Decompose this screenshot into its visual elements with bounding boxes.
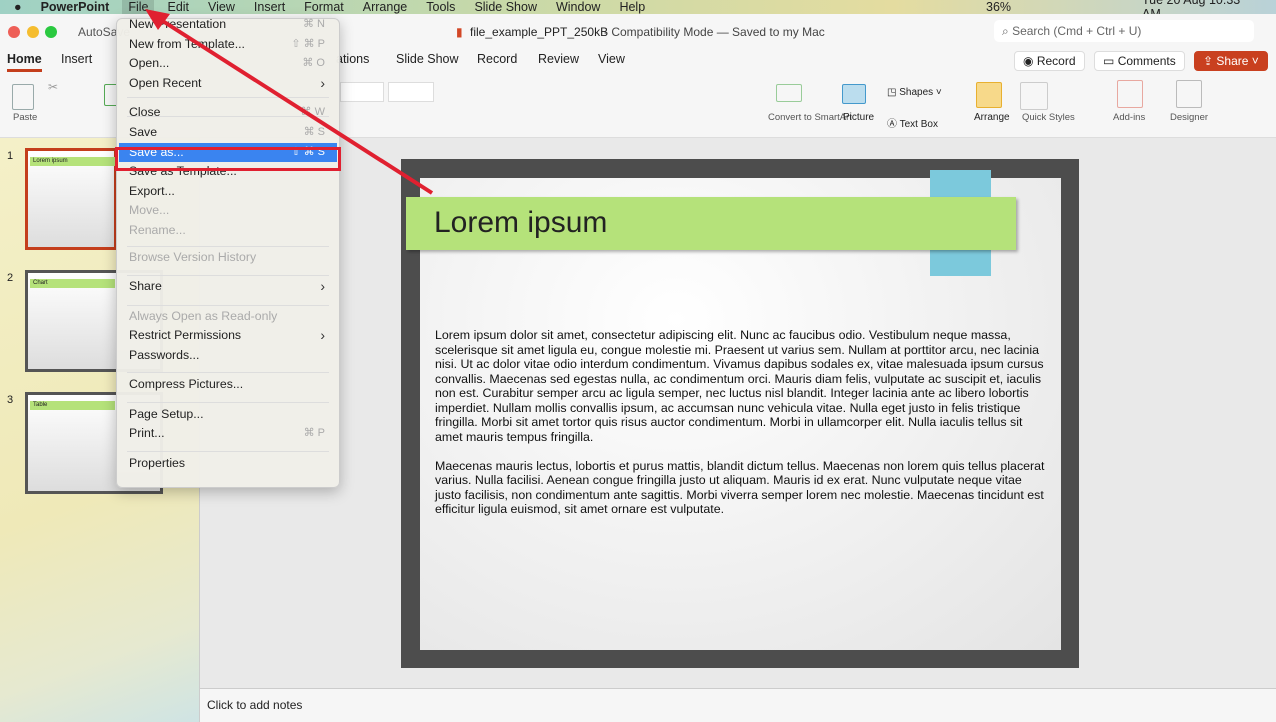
arrow-line (156, 16, 434, 195)
arrow-head (145, 9, 170, 30)
arrow-annotation (145, 9, 434, 195)
